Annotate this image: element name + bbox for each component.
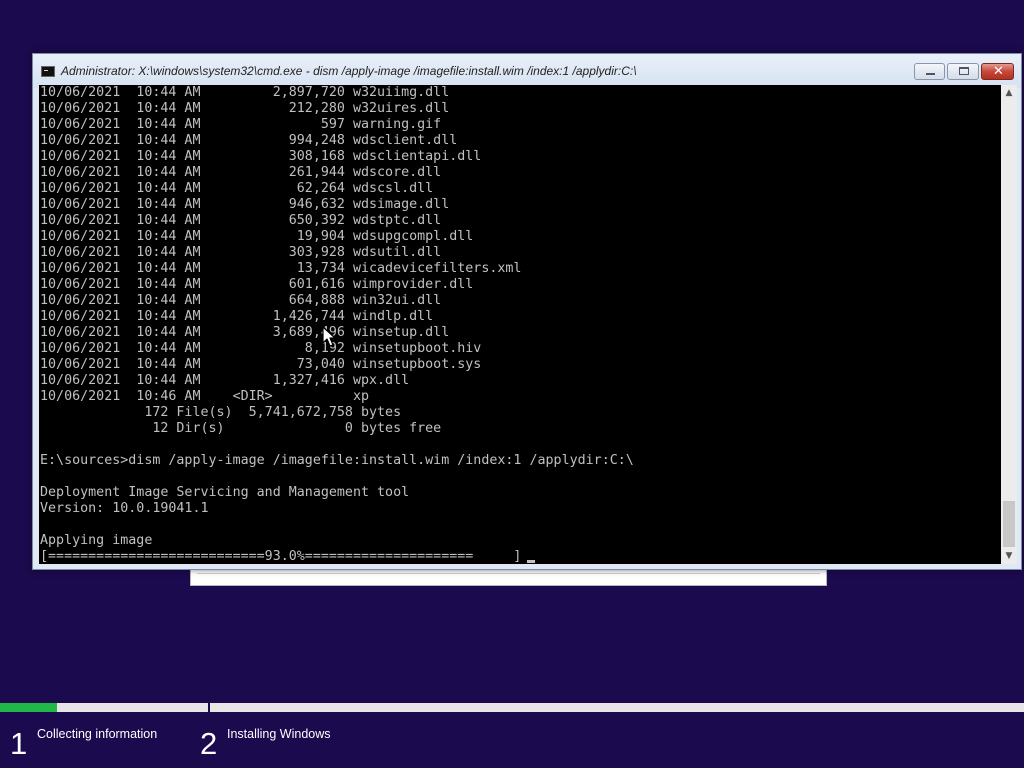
setup-dialog-divider xyxy=(197,573,820,574)
cmd-window[interactable]: Administrator: X:\windows\system32\cmd.e… xyxy=(32,53,1022,570)
scrollbar-thumb[interactable] xyxy=(1003,501,1015,547)
close-icon: ✕ xyxy=(993,64,1004,79)
minimize-icon xyxy=(926,73,935,75)
window-title: Administrator: X:\windows\system32\cmd.e… xyxy=(61,64,637,78)
vertical-scrollbar[interactable]: ▲ ▼ xyxy=(1001,85,1017,564)
step-label-1: Collecting information xyxy=(37,727,158,741)
minimize-button[interactable] xyxy=(914,63,945,80)
step-number-2: 2 xyxy=(200,726,218,761)
close-button[interactable]: ✕ xyxy=(981,63,1014,80)
console-output: 10/06/2021 10:44 AM 2,897,720 w32uiimg.d… xyxy=(40,85,634,564)
scroll-down-icon[interactable]: ▼ xyxy=(1001,548,1017,564)
maximize-icon xyxy=(959,67,969,75)
scroll-up-icon[interactable]: ▲ xyxy=(1001,85,1017,101)
cmd-icon xyxy=(41,66,55,77)
maximize-button[interactable] xyxy=(947,63,979,80)
mouse-pointer-icon xyxy=(322,326,336,347)
titlebar[interactable]: Administrator: X:\windows\system32\cmd.e… xyxy=(33,54,1021,88)
console-output-area[interactable]: 10/06/2021 10:44 AM 2,897,720 w32uiimg.d… xyxy=(39,85,1001,564)
setup-progress-fill xyxy=(0,703,58,712)
text-cursor xyxy=(527,560,535,563)
progress-step-divider xyxy=(208,701,210,714)
step-label-2: Installing Windows xyxy=(227,727,331,741)
step-number-1: 1 xyxy=(10,726,28,761)
